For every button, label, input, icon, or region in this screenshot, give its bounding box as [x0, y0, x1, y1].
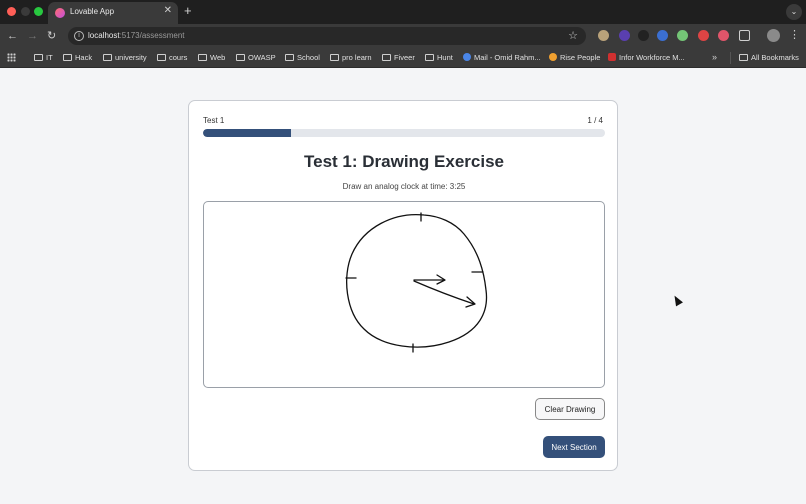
- bookmark-label: OWASP: [248, 53, 276, 62]
- page-title: Test 1: Drawing Exercise: [304, 152, 504, 171]
- extension-7-icon[interactable]: [718, 30, 729, 41]
- all-bookmarks[interactable]: All Bookmarks: [739, 53, 799, 62]
- extension-2-icon[interactable]: [619, 30, 630, 41]
- extension-6-icon[interactable]: [698, 30, 709, 41]
- folder-icon: [739, 54, 748, 61]
- infor-icon: [608, 53, 616, 61]
- folder-icon: [157, 54, 166, 61]
- extension-3-icon[interactable]: [638, 30, 649, 41]
- tab-search-icon[interactable]: ⌄: [786, 4, 802, 20]
- drawing-strokes: [345, 212, 488, 353]
- apps-grid-icon[interactable]: [7, 53, 16, 62]
- bookmark-folder[interactable]: university: [103, 53, 147, 62]
- bookmark-label: Hunt: [437, 53, 453, 62]
- bookmark-folder[interactable]: Hack: [63, 53, 92, 62]
- browser-tab-bar: Lovable App ✕ + ⌄: [0, 0, 806, 24]
- all-bookmarks-label: All Bookmarks: [751, 53, 799, 62]
- bookmark-link[interactable]: Mail - Omid Rahm...: [463, 53, 541, 62]
- folder-icon: [103, 54, 112, 61]
- clock-outline-stroke: [346, 213, 488, 348]
- bookmark-label: Hack: [75, 53, 93, 62]
- bookmark-label: IT: [46, 53, 53, 62]
- bookmark-label: Rise People: [560, 53, 601, 62]
- close-window-button[interactable]: [7, 7, 16, 16]
- close-tab-icon[interactable]: ✕: [164, 6, 172, 16]
- folder-icon: [63, 54, 72, 61]
- next-section-button[interactable]: Next Section: [543, 436, 605, 458]
- bookmark-folder[interactable]: IT: [34, 53, 53, 62]
- extension-5-icon[interactable]: [677, 30, 688, 41]
- drawing-canvas[interactable]: [203, 201, 605, 388]
- back-icon[interactable]: ←: [7, 29, 18, 43]
- mouse-cursor-icon: [671, 293, 683, 307]
- folder-icon: [425, 54, 434, 61]
- new-tab-icon[interactable]: +: [184, 4, 192, 17]
- bookmark-label: pro learn: [342, 53, 372, 62]
- progress-fill: [203, 129, 292, 137]
- profile-avatar[interactable]: [767, 29, 780, 42]
- folder-icon: [34, 54, 43, 61]
- test-label: Test 1: [203, 116, 225, 125]
- bookmark-folder[interactable]: cours: [157, 53, 187, 62]
- bookmark-folder[interactable]: OWASP: [236, 53, 276, 62]
- lovable-favicon-icon: [55, 8, 65, 18]
- browser-toolbar: ← → ↻ i localhost:5173/assessment ☆ ⋮: [0, 24, 806, 48]
- minute-hand-stroke: [413, 280, 476, 308]
- site-info-icon[interactable]: i: [74, 31, 84, 41]
- browser-menu-icon[interactable]: ⋮: [789, 28, 800, 41]
- folder-icon: [285, 54, 294, 61]
- clear-drawing-button[interactable]: Clear Drawing: [535, 398, 605, 420]
- test-counter: 1 / 4: [587, 116, 603, 125]
- folder-icon: [236, 54, 245, 61]
- assessment-card: Test 1 1 / 4 Test 1: Drawing Exercise Dr…: [188, 100, 618, 471]
- extension-1-icon[interactable]: [598, 30, 609, 41]
- bookmark-folder[interactable]: Web: [198, 53, 225, 62]
- address-bar[interactable]: i localhost:5173/assessment ☆: [68, 27, 586, 45]
- extensions-puzzle-icon[interactable]: [739, 30, 750, 41]
- bookmarks-divider: [730, 52, 731, 64]
- bookmark-folder[interactable]: Fiveer: [382, 53, 415, 62]
- tab-title: Lovable App: [70, 7, 115, 16]
- bookmark-folder[interactable]: School: [285, 53, 320, 62]
- bookmark-label: School: [297, 53, 320, 62]
- bookmark-folder[interactable]: Hunt: [425, 53, 453, 62]
- minimize-window-button[interactable]: [21, 7, 30, 16]
- bookmarks-bar: IT Hack university cours Web OWASP Schoo…: [0, 48, 806, 68]
- bookmark-link[interactable]: Infor Workforce M...: [608, 53, 685, 62]
- gmail-icon: [463, 53, 471, 61]
- bookmark-label: Web: [210, 53, 226, 62]
- folder-icon: [330, 54, 339, 61]
- url-path: :5173/assessment: [119, 31, 185, 40]
- progress-bar: [203, 129, 605, 137]
- instruction-text: Draw an analog clock at time: 3:25: [342, 182, 466, 191]
- bookmark-label: cours: [169, 53, 188, 62]
- maximize-window-button[interactable]: [34, 7, 43, 16]
- extension-4-icon[interactable]: [657, 30, 668, 41]
- bookmark-label: Mail - Omid Rahm...: [474, 53, 541, 62]
- bookmark-star-icon[interactable]: ☆: [568, 29, 578, 42]
- forward-icon[interactable]: →: [27, 29, 38, 43]
- more-bookmarks-icon[interactable]: »: [712, 52, 717, 62]
- bookmark-label: Fiveer: [394, 53, 415, 62]
- bookmark-label: Infor Workforce M...: [619, 53, 685, 62]
- bookmark-label: university: [115, 53, 147, 62]
- bookmark-link[interactable]: Rise People: [549, 53, 600, 62]
- bookmark-folder[interactable]: pro learn: [330, 53, 372, 62]
- browser-tab[interactable]: Lovable App ✕: [48, 2, 178, 24]
- url-text: localhost:5173/assessment: [88, 31, 185, 40]
- folder-icon: [382, 54, 391, 61]
- url-host: localhost: [88, 31, 120, 40]
- folder-icon: [198, 54, 207, 61]
- rise-people-icon: [549, 53, 557, 61]
- reload-icon[interactable]: ↻: [47, 29, 56, 43]
